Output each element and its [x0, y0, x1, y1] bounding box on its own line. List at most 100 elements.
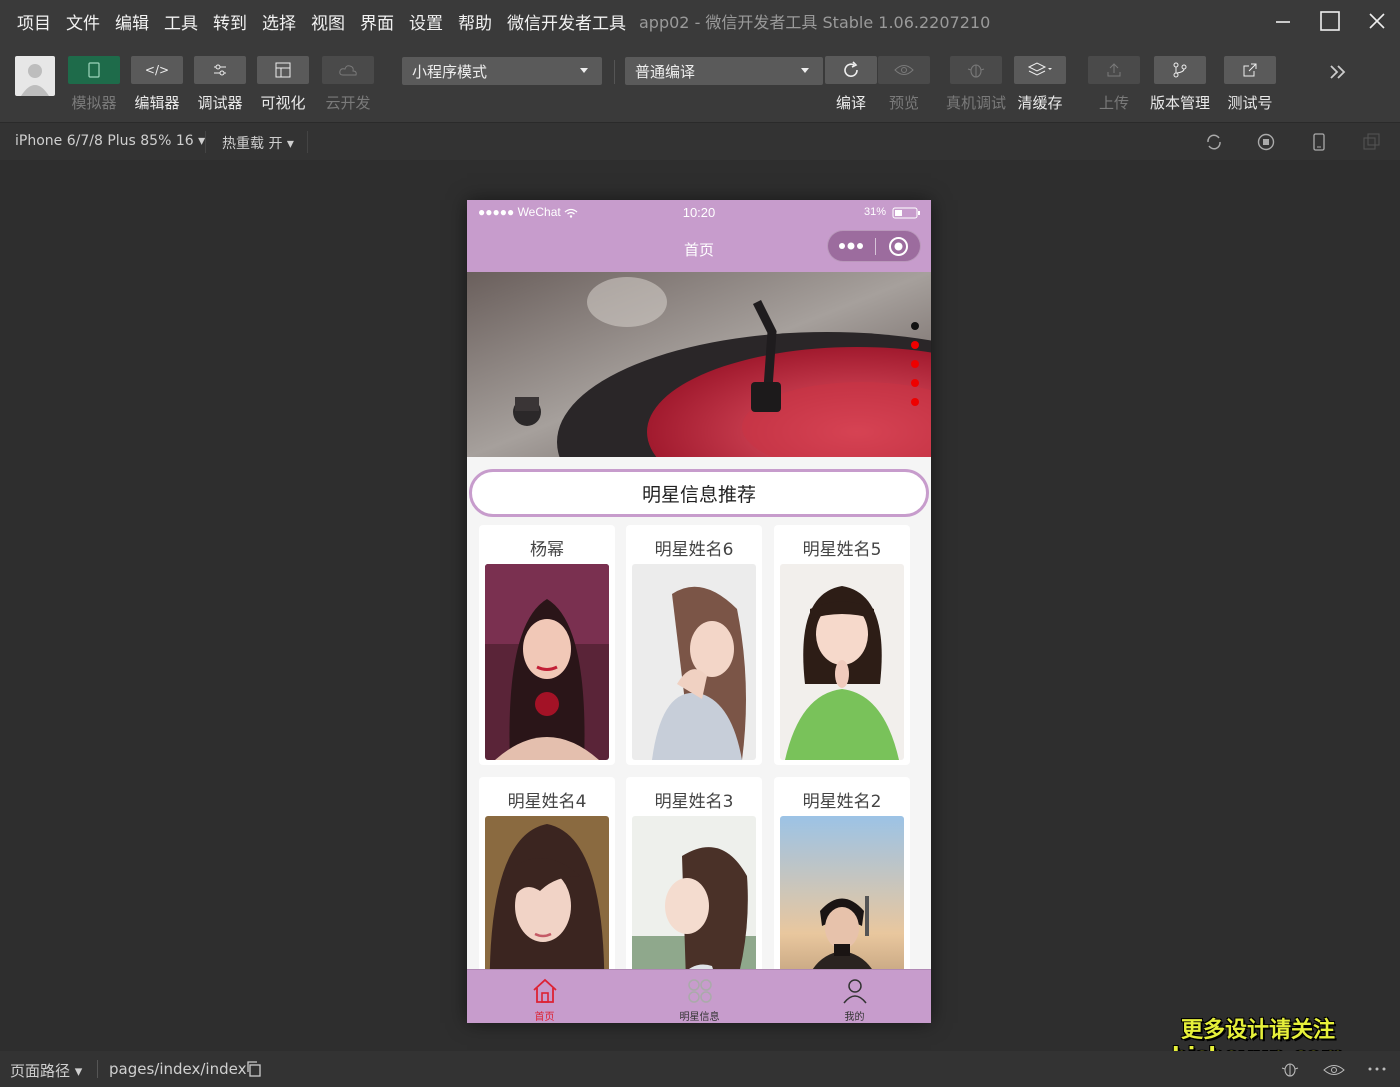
upload-button[interactable]: 上传 — [1088, 56, 1140, 113]
simulator-bar: iPhone 6/7/8 Plus 85% 16 ▾ 热重载 开 ▾ — [0, 122, 1400, 160]
phone-simulator: ●●●●● WeChat 10:20 31% 首页 明星信息推荐 杨幂 明星姓名… — [467, 200, 931, 1023]
copy-path-button[interactable] — [246, 1061, 262, 1081]
editor-label: 编辑器 — [134, 94, 180, 112]
device-button[interactable] — [1309, 132, 1329, 152]
menu-help[interactable]: 帮助 — [458, 9, 492, 34]
rotate-icon — [1207, 134, 1221, 150]
star-card[interactable]: 杨幂 — [479, 525, 615, 765]
swiper-dot[interactable] — [911, 398, 919, 406]
nav-bar: 首页 — [467, 226, 931, 272]
cloud-button[interactable]: 云开发 — [322, 56, 374, 113]
swiper-dot[interactable] — [911, 341, 919, 349]
star-name: 明星姓名6 — [654, 540, 734, 560]
star-photo[interactable] — [485, 564, 609, 760]
compile-button[interactable]: 编译 — [825, 56, 877, 113]
phone-icon — [88, 62, 100, 78]
page-path-toggle[interactable]: 页面路径 ▾ — [10, 1060, 82, 1081]
close-button[interactable] — [1362, 6, 1392, 36]
tab-home-label: 首页 — [534, 1012, 555, 1023]
star-photo[interactable] — [780, 564, 904, 760]
more-tools-button[interactable] — [1328, 62, 1348, 86]
minimize-button[interactable] — [1268, 6, 1298, 36]
eye-icon — [894, 65, 914, 75]
test-account-label: 测试号 — [1227, 94, 1273, 112]
menu-edit[interactable]: 编辑 — [115, 9, 149, 34]
more-dots-icon[interactable] — [838, 242, 864, 250]
mode-select-value: 小程序模式 — [412, 62, 488, 81]
compile-mode-value: 普通编译 — [635, 62, 696, 81]
visual-label: 可视化 — [260, 94, 306, 112]
window-title: app02 - 微信开发者工具 Stable 1.06.2207210 — [639, 13, 991, 32]
test-account-button[interactable]: 测试号 — [1224, 56, 1276, 113]
simulator-button[interactable]: 模拟器 — [68, 56, 120, 113]
bug-report-button[interactable] — [1280, 1060, 1300, 1082]
upload-icon — [1107, 63, 1121, 77]
tab-star-info[interactable]: 明星信息 — [622, 970, 777, 1023]
chevron-down-icon — [801, 68, 809, 73]
home-icon — [532, 978, 557, 1003]
version-control-button[interactable]: 版本管理 — [1150, 56, 1210, 113]
swiper-dot[interactable] — [911, 360, 919, 368]
maximize-icon — [1320, 11, 1340, 31]
menu-view[interactable]: 视图 — [311, 9, 345, 34]
cloud-icon — [339, 65, 357, 76]
compile-mode-select[interactable]: 普通编译 — [625, 57, 823, 85]
visual-button[interactable]: 可视化 — [257, 56, 309, 113]
tab-bar: 首页 明星信息 我的 — [467, 969, 931, 1023]
detach-window-button[interactable] — [1362, 132, 1382, 152]
clear-cache-button[interactable]: 清缓存 — [1014, 56, 1066, 113]
menu-file[interactable]: 文件 — [66, 9, 100, 34]
more-button[interactable] — [1367, 1061, 1387, 1080]
layers-icon — [1027, 62, 1052, 76]
menu-tools[interactable]: 工具 — [164, 9, 198, 34]
menu-goto[interactable]: 转到 — [213, 9, 247, 34]
user-icon — [842, 979, 867, 1004]
menu-interface[interactable]: 界面 — [360, 9, 394, 34]
clear-cache-label: 清缓存 — [1017, 94, 1063, 112]
star-card[interactable]: 明星姓名5 — [774, 525, 910, 765]
simulator-label: 模拟器 — [71, 94, 117, 112]
avatar[interactable] — [15, 56, 55, 96]
real-device-debug-button[interactable]: 真机调试 — [946, 56, 1006, 113]
star-photo[interactable] — [632, 564, 756, 760]
page-path-value: pages/index/index — [109, 1060, 247, 1078]
debugger-button[interactable]: 调试器 — [194, 56, 246, 113]
menu-project[interactable]: 项目 — [17, 9, 51, 34]
refresh-icon — [844, 61, 858, 77]
banner-swiper[interactable] — [467, 272, 931, 457]
preview-button[interactable]: 预览 — [878, 56, 930, 113]
star-name: 明星姓名2 — [802, 792, 882, 812]
cloud-label: 云开发 — [325, 94, 371, 112]
menu-wechat-devtools[interactable]: 微信开发者工具 — [507, 9, 626, 34]
battery-percent: 31% — [864, 206, 887, 218]
subbar-divider — [307, 131, 308, 153]
star-name: 明星姓名4 — [507, 792, 587, 812]
windows-icon — [1363, 133, 1380, 150]
mode-select[interactable]: 小程序模式 — [402, 57, 602, 85]
star-card[interactable]: 明星姓名6 — [626, 525, 762, 765]
external-link-icon — [1243, 63, 1257, 77]
capsule-divider — [875, 238, 876, 255]
toolbar: 模拟器 </> 编辑器 调试器 可视化 云开发 小程序模式 普通编译 编译 预览… — [0, 42, 1400, 122]
stop-button[interactable] — [1256, 132, 1276, 152]
maximize-button[interactable] — [1315, 6, 1345, 36]
bottom-status-bar: 页面路径 ▾ pages/index/index — [0, 1051, 1400, 1087]
close-icon — [1369, 13, 1385, 29]
menu-select[interactable]: 选择 — [262, 9, 296, 34]
tab-mine[interactable]: 我的 — [777, 970, 931, 1023]
code-icon: </> — [144, 63, 170, 77]
close-miniprogram-icon[interactable] — [888, 236, 909, 257]
upload-label: 上传 — [1098, 94, 1129, 112]
hot-reload-toggle[interactable]: 热重载 开 ▾ — [222, 133, 294, 153]
editor-button[interactable]: </> 编辑器 — [131, 56, 183, 113]
preview-toggle[interactable] — [1323, 1062, 1345, 1081]
sliders-icon — [214, 64, 226, 76]
rotate-button[interactable] — [1204, 132, 1224, 152]
tab-home[interactable]: 首页 — [467, 970, 622, 1023]
swiper-dot[interactable] — [911, 379, 919, 387]
swiper-dot[interactable] — [911, 322, 919, 330]
menu-settings[interactable]: 设置 — [409, 9, 443, 34]
tab-mine-label: 我的 — [844, 1012, 865, 1023]
tab-star-info-label: 明星信息 — [679, 1012, 720, 1023]
device-select[interactable]: iPhone 6/7/8 Plus 85% 16 ▾ — [15, 133, 205, 149]
